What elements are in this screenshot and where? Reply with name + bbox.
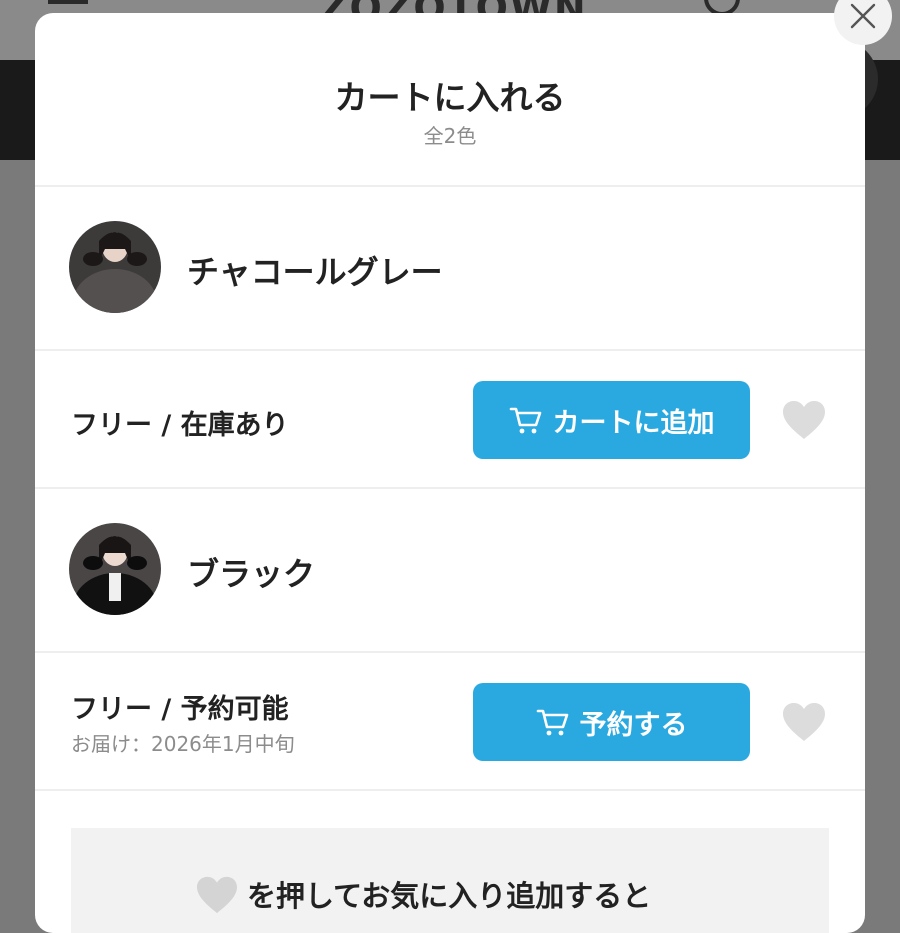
heart-icon [197,876,237,914]
menu-icon[interactable] [48,0,88,4]
favorite-info-text: を押してお気に入り追加すると [247,879,652,913]
color-thumbnail-charcoal-gray [69,221,161,313]
cart-icon [536,709,568,736]
close-icon [850,3,876,29]
size-row-black: フリー / 予約可能 お届け：2026年1月中旬 予約する [35,653,865,789]
add-to-cart-label: カートに追加 [552,407,715,439]
cart-modal: カートに入れる 全2色 チャコールグレー フリー / 在庫あり カートに追加 ブ… [35,13,865,933]
heart-icon[interactable] [781,701,827,743]
divider [35,789,865,791]
cart-icon [509,407,541,434]
size-stock-label: フリー / 予約可能 [71,694,289,725]
size-stock-label: フリー / 在庫あり [71,410,289,441]
reserve-label: 予約する [579,709,688,741]
color-name: チャコールグレー [187,253,443,291]
delivery-note: お届け：2026年1月中旬 [71,732,295,756]
color-row-black: ブラック [35,489,865,615]
color-count: 全2色 [423,124,477,148]
add-to-cart-button[interactable]: カートに追加 [473,381,750,459]
color-row-charcoal-gray: チャコールグレー [35,187,865,313]
reserve-button[interactable]: 予約する [473,683,750,761]
color-thumbnail-black [69,523,161,615]
modal-title: カートに入れる [334,78,566,117]
size-row-charcoal-gray: フリー / 在庫あり カートに追加 [35,351,865,487]
heart-icon[interactable] [781,399,827,441]
color-name: ブラック [187,555,316,593]
